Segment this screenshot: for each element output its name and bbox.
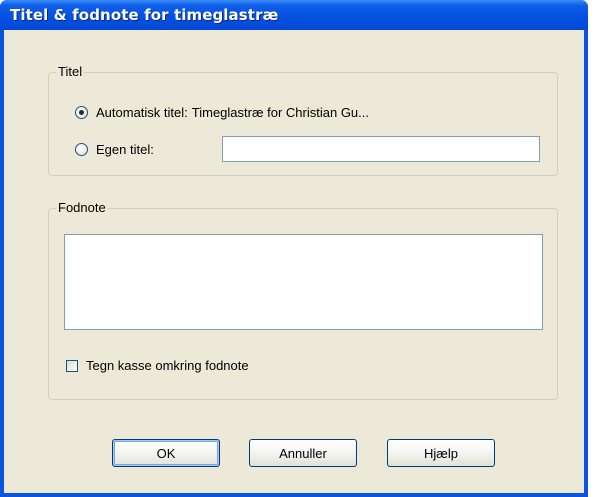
- cancel-button[interactable]: Annuller: [249, 439, 357, 467]
- ok-button-label: OK: [156, 445, 176, 461]
- dialog-window: Titel & fodnote for timeglastræ Titel Au…: [0, 0, 588, 497]
- ok-button[interactable]: OK: [112, 439, 220, 467]
- auto-title-option[interactable]: Automatisk titel: Timeglastræ for Christ…: [75, 105, 369, 120]
- custom-title-input[interactable]: [222, 136, 540, 162]
- box-around-footnote-label: Tegn kasse omkring fodnote: [86, 358, 249, 373]
- title-groupbox: Titel Automatisk titel: Timeglastræ for …: [48, 64, 558, 176]
- custom-title-label: Egen titel:: [96, 142, 154, 157]
- window-title: Titel & fodnote for timeglastræ: [10, 6, 279, 24]
- footnote-group-legend: Fodnote: [56, 200, 108, 215]
- dialog-client-area: Titel Automatisk titel: Timeglastræ for …: [4, 30, 584, 493]
- auto-title-label: Automatisk titel:: [96, 105, 188, 120]
- auto-title-value: Timeglastræ for Christian Gu...: [191, 105, 369, 120]
- footnote-groupbox: Fodnote Tegn kasse omkring fodnote: [48, 200, 558, 400]
- custom-title-radio[interactable]: [75, 143, 88, 156]
- title-bar[interactable]: Titel & fodnote for timeglastræ: [0, 0, 588, 30]
- custom-title-option[interactable]: Egen titel:: [75, 142, 154, 157]
- cancel-button-label: Annuller: [279, 445, 327, 461]
- footnote-textarea[interactable]: [64, 234, 543, 330]
- auto-title-radio[interactable]: [75, 106, 88, 119]
- box-around-footnote-option[interactable]: Tegn kasse omkring fodnote: [66, 358, 249, 373]
- help-button-label: Hjælp: [424, 445, 458, 461]
- title-group-legend: Titel: [56, 64, 85, 79]
- help-button[interactable]: Hjælp: [387, 439, 495, 467]
- box-around-footnote-checkbox[interactable]: [66, 359, 78, 372]
